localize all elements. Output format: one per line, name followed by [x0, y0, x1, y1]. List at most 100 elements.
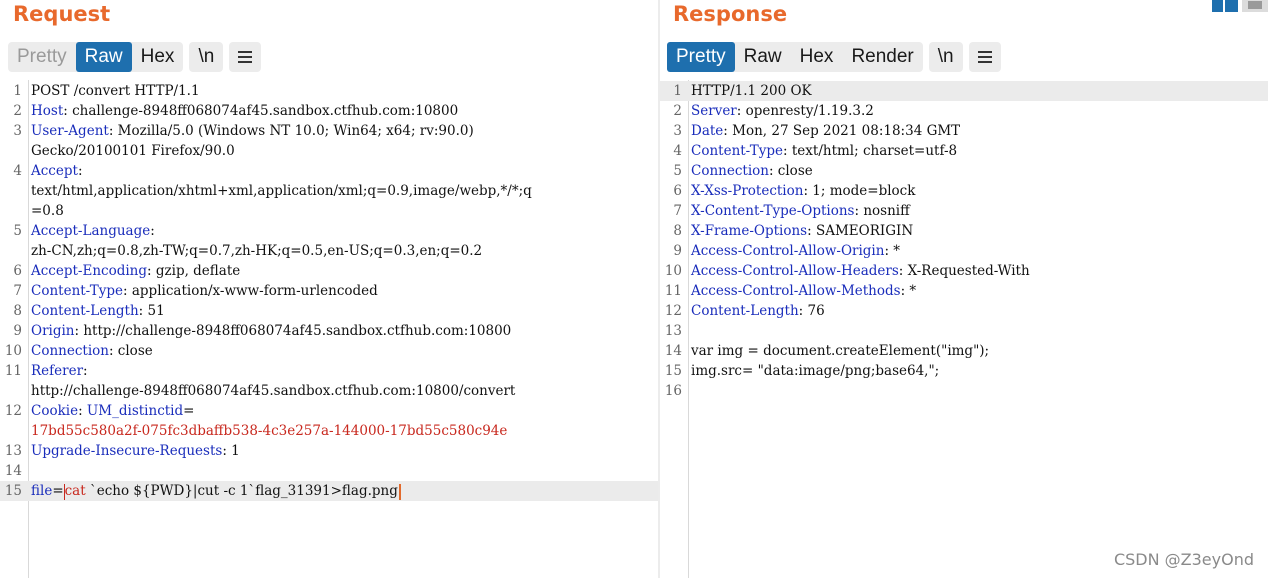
header-name: Content-Type: [31, 283, 124, 299]
code-token: : 1; mode=block: [803, 183, 916, 199]
request-tab-hex[interactable]: Hex: [132, 42, 184, 72]
request-tab-pretty[interactable]: Pretty: [8, 42, 76, 72]
request-line-content: 17bd55c580a2f-075fc3dbaffb538-4c3e257a-1…: [31, 421, 507, 441]
request-line-content: zh-CN,zh;q=0.8,zh-TW;q=0.7,zh-HK;q=0.5,e…: [31, 241, 482, 261]
response-tab-pretty[interactable]: Pretty: [667, 42, 735, 72]
response-line-content: Access-Control-Allow-Origin: *: [691, 241, 900, 261]
response-code-line[interactable]: 3 Date: Mon, 27 Sep 2021 08:18:34 GMT: [660, 121, 1268, 141]
request-tab-raw[interactable]: Raw: [75, 42, 132, 72]
response-newline-toggle-group: \n: [928, 42, 963, 72]
request-line-number: 6: [13, 263, 22, 279]
code-token: : http://challenge-8948ff068074af45.sand…: [74, 323, 512, 339]
request-code-line[interactable]: text/html,application/xhtml+xml,applicat…: [0, 181, 658, 201]
request-code-line[interactable]: 13 Upgrade-Insecure-Requests: 1: [0, 441, 658, 461]
response-tab-hex[interactable]: Hex: [791, 42, 843, 72]
request-code-line[interactable]: 4 Accept:: [0, 161, 658, 181]
response-line-content: X-Frame-Options: SAMEORIGIN: [691, 221, 913, 241]
request-code-line[interactable]: 11 Referer:: [0, 361, 658, 381]
header-name: Origin: [31, 323, 75, 339]
request-line-content: Content-Length: 51: [31, 301, 165, 321]
response-code-line[interactable]: 14 var img = document.createElement("img"…: [660, 341, 1268, 361]
response-editor[interactable]: 1 HTTP/1.1 200 OK 2 Server: openresty/1.19.…: [660, 80, 1268, 578]
request-code-line[interactable]: Gecko/20100101 Firefox/90.0: [0, 141, 658, 161]
stacked-layout-icon[interactable]: [1242, 0, 1268, 12]
header-name: Connection: [31, 343, 109, 359]
code-token: =: [183, 403, 195, 419]
response-code-line[interactable]: 2 Server: openresty/1.19.3.2: [660, 101, 1268, 121]
request-code-line[interactable]: 12 Cookie: UM_distinctid=: [0, 401, 658, 421]
request-editor[interactable]: 1 POST /convert HTTP/1.1 2 Host: challenge-…: [0, 80, 658, 578]
request-line-content: Origin: http://challenge-8948ff068074af4…: [31, 321, 511, 341]
request-line-content: http://challenge-8948ff068074af45.sandbo…: [31, 381, 515, 401]
request-code-line[interactable]: 5 Accept-Language:: [0, 221, 658, 241]
response-code-line[interactable]: 10 Access-Control-Allow-Headers: X-Reques…: [660, 261, 1268, 281]
request-code-line[interactable]: 14: [0, 461, 658, 481]
response-code-line[interactable]: 11 Access-Control-Allow-Methods: *: [660, 281, 1268, 301]
request-code-line[interactable]: 2 Host: challenge-8948ff068074af45.sandbo…: [0, 101, 658, 121]
request-code-line[interactable]: 17bd55c580a2f-075fc3dbaffb538-4c3e257a-1…: [0, 421, 658, 441]
code-token: img.src= "data:image/png;base64,";: [691, 363, 940, 379]
response-line-number: 13: [664, 323, 682, 339]
response-line-content: Access-Control-Allow-Methods: *: [691, 281, 916, 301]
request-menu-icon[interactable]: [229, 42, 261, 72]
watermark: CSDN @Z3eyOnd: [1113, 550, 1254, 569]
response-code-line[interactable]: 4 Content-Type: text/html; charset=utf-8: [660, 141, 1268, 161]
request-code-line[interactable]: 6 Accept-Encoding: gzip, deflate: [0, 261, 658, 281]
request-code-line[interactable]: 15 file=cat `echo ${PWD}|cut -c 1`flag_31…: [0, 481, 658, 501]
request-code-line[interactable]: 10 Connection: close: [0, 341, 658, 361]
response-line-number: 5: [673, 163, 682, 179]
request-code-line[interactable]: 3 User-Agent: Mozilla/5.0 (Windows NT 10.…: [0, 121, 658, 141]
response-line-number: 9: [673, 243, 682, 259]
request-line-number: 4: [13, 163, 22, 179]
header-name: Connection: [691, 163, 769, 179]
response-code-line[interactable]: 9 Access-Control-Allow-Origin: *: [660, 241, 1268, 261]
response-menu-icon[interactable]: [969, 42, 1001, 72]
response-code-line[interactable]: 15 img.src= "data:image/png;base64,";: [660, 361, 1268, 381]
code-token: :: [77, 163, 83, 179]
request-line-number: 2: [13, 103, 22, 119]
header-name: Upgrade-Insecure-Requests: [31, 443, 223, 459]
code-token: : 76: [798, 303, 825, 319]
header-name: X-Xss-Protection: [691, 183, 804, 199]
request-line-content: =0.8: [31, 201, 64, 221]
request-line-content: Accept-Encoding: gzip, deflate: [31, 261, 240, 281]
code-token: 17bd55c580a2f-075fc3dbaffb538-4c3e257a-1…: [31, 423, 508, 439]
request-newline-toggle[interactable]: \n: [189, 42, 223, 72]
response-line-content: X-Xss-Protection: 1; mode=block: [691, 181, 915, 201]
response-line-number: 6: [673, 183, 682, 199]
response-code-line[interactable]: 1 HTTP/1.1 200 OK: [660, 81, 1268, 101]
response-newline-toggle[interactable]: \n: [929, 42, 963, 72]
response-tab-raw[interactable]: Raw: [735, 42, 791, 72]
split-layout-icon[interactable]: [1212, 0, 1238, 12]
response-tab-render[interactable]: Render: [842, 42, 922, 72]
header-name: Accept-Language: [31, 223, 151, 239]
response-line-content: X-Content-Type-Options: nosniff: [691, 201, 910, 221]
response-panel: Response Pretty Raw Hex Render \n 1 HTTP/…: [660, 0, 1268, 578]
response-toolbar: Pretty Raw Hex Render \n: [667, 42, 1007, 72]
request-code-line[interactable]: http://challenge-8948ff068074af45.sandbo…: [0, 381, 658, 401]
request-code-line[interactable]: =0.8: [0, 201, 658, 221]
response-code-line[interactable]: 7 X-Content-Type-Options: nosniff: [660, 201, 1268, 221]
response-code-line[interactable]: 8 X-Frame-Options: SAMEORIGIN: [660, 221, 1268, 241]
response-code-line[interactable]: 5 Connection: close: [660, 161, 1268, 181]
code-token: :: [78, 403, 87, 419]
request-code-line[interactable]: 9 Origin: http://challenge-8948ff068074af…: [0, 321, 658, 341]
header-name: Content-Length: [31, 303, 139, 319]
response-code-line[interactable]: 6 X-Xss-Protection: 1; mode=block: [660, 181, 1268, 201]
response-code-line[interactable]: 12 Content-Length: 76: [660, 301, 1268, 321]
request-code-line[interactable]: zh-CN,zh;q=0.8,zh-TW;q=0.7,zh-HK;q=0.5,e…: [0, 241, 658, 261]
request-code-line[interactable]: 1 POST /convert HTTP/1.1: [0, 81, 658, 101]
request-line-number: 11: [4, 363, 22, 379]
response-code-line[interactable]: 16: [660, 381, 1268, 401]
request-line-content: file=cat `echo ${PWD}|cut -c 1`flag_3139…: [31, 481, 401, 501]
request-code-line[interactable]: 7 Content-Type: application/x-www-form-ur…: [0, 281, 658, 301]
code-token: POST /convert HTTP/1.1: [31, 83, 200, 99]
code-token: =: [52, 483, 64, 499]
response-line-content: Content-Length: 76: [691, 301, 825, 321]
response-line-number: 2: [673, 103, 682, 119]
response-line-content: img.src= "data:image/png;base64,";: [691, 361, 939, 381]
response-code-line[interactable]: 13: [660, 321, 1268, 341]
response-line-number: 15: [664, 363, 682, 379]
request-code-line[interactable]: 8 Content-Length: 51: [0, 301, 658, 321]
request-line-number: 7: [13, 283, 22, 299]
